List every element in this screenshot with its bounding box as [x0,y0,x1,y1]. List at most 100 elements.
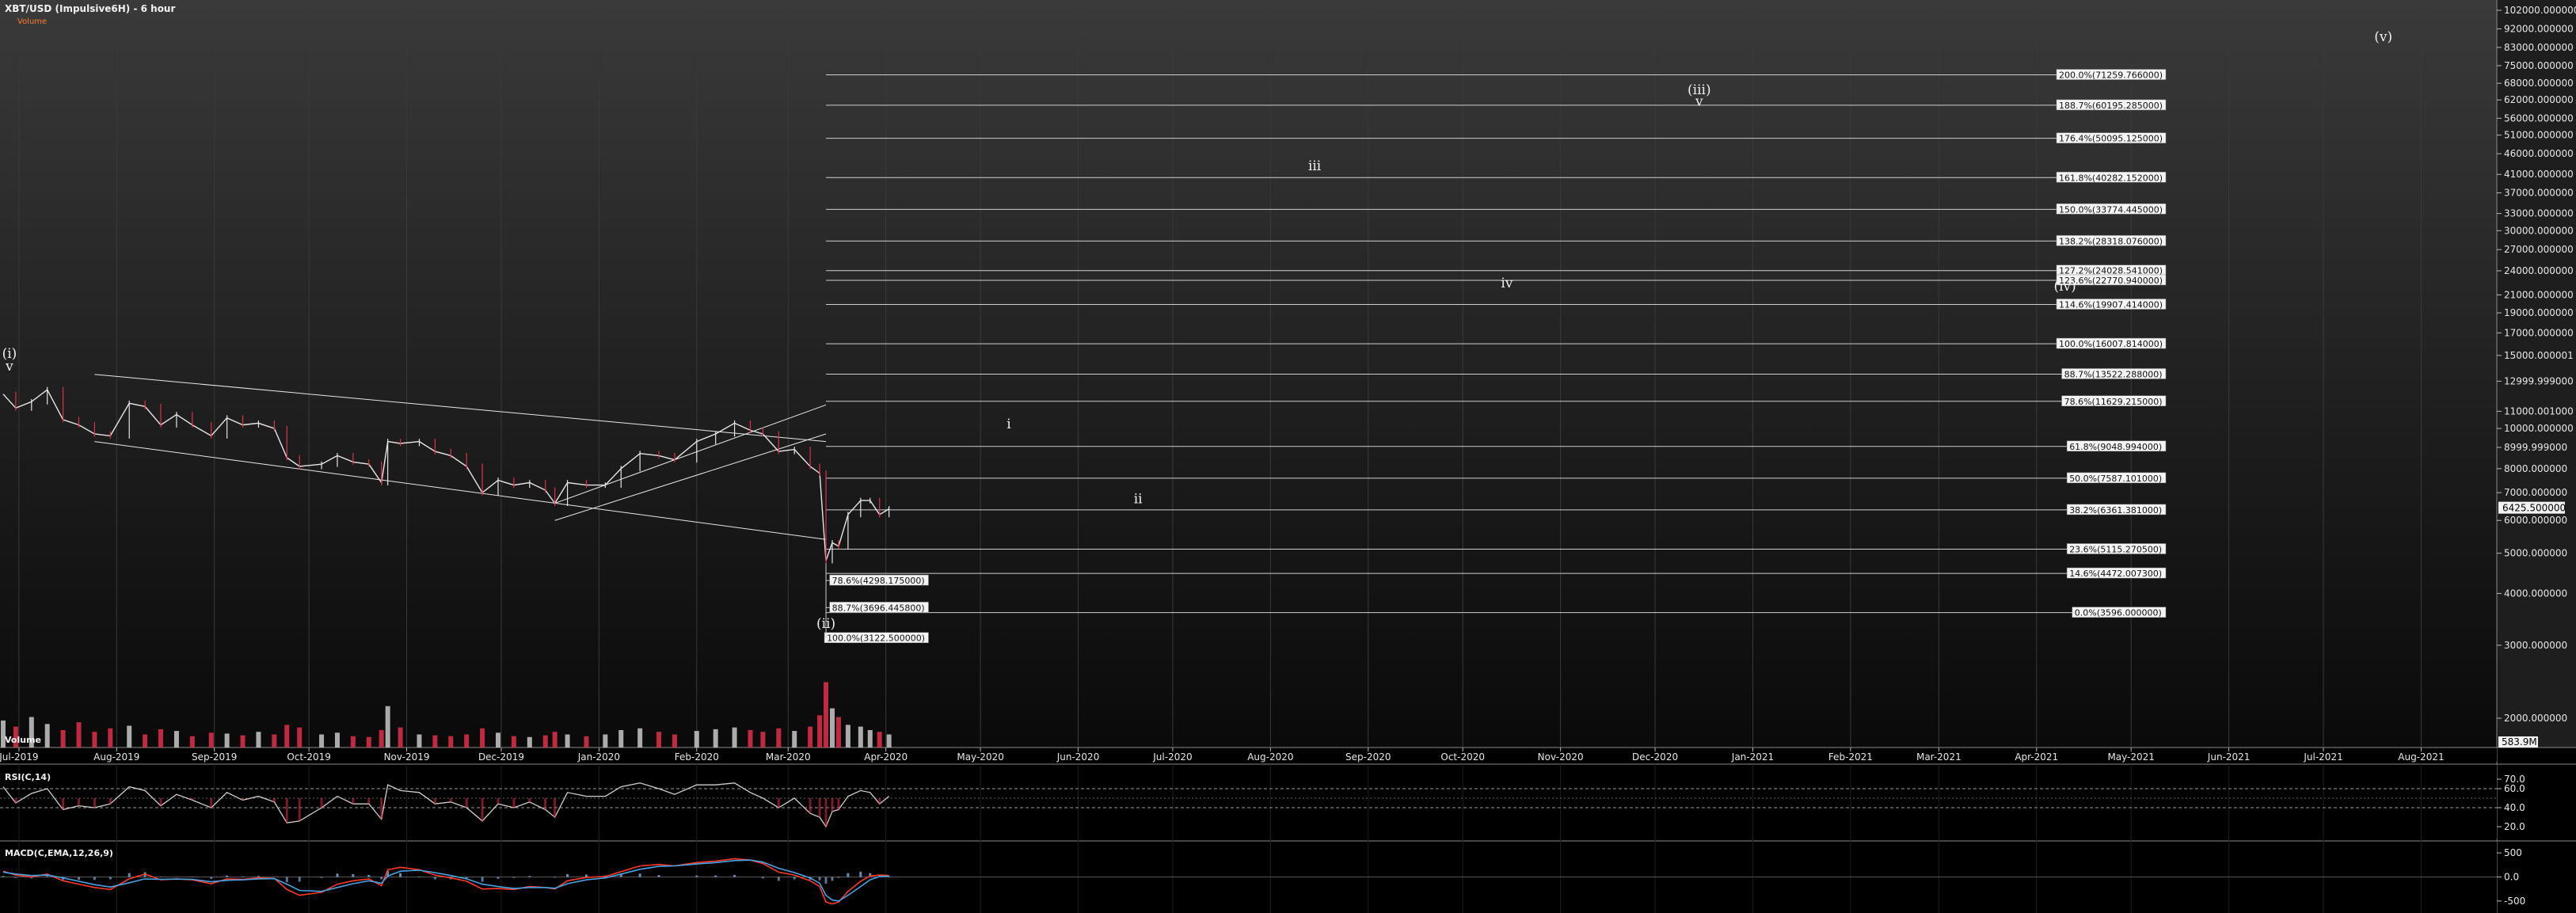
volume-bar [189,736,195,748]
volume-bar [92,732,97,748]
last-price-badge: 6425.500000 [2498,501,2566,514]
volume-bar [817,715,823,748]
volume-bar [480,728,485,748]
price-tick-label: 56000.000000 [2504,112,2574,124]
fib-label: 88.7%(13522.288000) [2064,369,2163,379]
volume-bar [603,734,608,748]
volume-bar [584,736,589,748]
volume-bar [432,735,438,748]
volume-series-label: Volume [5,735,41,745]
price-tick-label: 62000.000000 [2504,94,2574,105]
fib-label: 188.7%(60195.285000) [2059,101,2163,111]
volume-bar [694,731,699,748]
month-label: Dec-2020 [1632,751,1678,763]
volume-bar [552,732,557,748]
month-label: Feb-2020 [675,751,719,763]
rsi-tick-label: 20.0 [2504,821,2525,832]
price-tick-label: 75000.000000 [2504,60,2574,71]
wave-label: (v) [2374,29,2392,45]
fib-label: 14.6%(4472.007300) [2069,569,2162,579]
retrace-label: 88.7%(3696.445800) [832,603,925,613]
volume-bar [496,732,501,748]
price-tick-label: 83000.000000 [2504,42,2574,53]
retrace-label: 78.6%(4298.175000) [832,576,925,586]
volume-bar [877,732,882,748]
price-tick-label: 46000.000000 [2504,148,2574,159]
volume-bar [208,732,214,748]
price-tick-label: 41000.000000 [2504,169,2574,180]
volume-bar [398,727,403,748]
price-tick-label: 17000.000000 [2504,327,2574,338]
fib-label: 78.6%(11629.215000) [2064,397,2163,407]
macd-tick-label: -500 [2504,896,2525,907]
volume-bar [792,731,797,748]
volume-bar [527,736,532,748]
volume-bar [464,734,470,748]
volume-bar [867,730,873,748]
wave-label: ii [1134,492,1143,508]
volume-bar [417,734,422,748]
fib-label: 114.6%(19907.414000) [2059,300,2163,310]
wave-label: v [5,359,13,375]
price-tick-label: 102000.000000 [2504,5,2576,16]
price-tick-label: 7000.000000 [2504,487,2567,498]
wave-label: (ii) [816,616,835,632]
volume-bar [366,736,371,748]
month-label: Oct-2020 [1440,751,1485,763]
volume-bar [886,734,892,748]
volume-bar [776,728,782,748]
volume-bar [385,706,390,748]
volume-bar [845,725,850,748]
fib-label: 61.8%(9048.994000) [2069,442,2162,452]
volume-bar [656,732,662,748]
wave-label: i [1006,417,1011,432]
price-tick-label: 33000.000000 [2504,208,2574,219]
last-price-value: 6425.500000 [2502,503,2566,514]
price-tick-label: 8000.000000 [2504,463,2567,474]
price-tick-label: 30000.000000 [2504,225,2574,236]
month-label: Sep-2019 [192,751,238,763]
month-label: May-2021 [2107,751,2154,763]
price-tick-label: 92000.000000 [2504,23,2574,34]
month-label: Apr-2021 [2015,751,2058,763]
price-tick-label: 68000.000000 [2504,78,2574,89]
chart-subtitle: Volume [17,17,47,26]
price-tick-label: 11000.001000 [2504,405,2574,417]
volume-bar [830,708,835,748]
price-tick-label: 10000.000000 [2504,423,2574,434]
fib-label: 161.8%(40282.152000) [2059,173,2163,183]
fib-label: 100.0%(16007.814000) [2059,339,2163,349]
volume-bar [379,730,384,748]
volume-bar [76,722,82,748]
volume-bar [224,733,230,748]
volume-bar [672,734,677,748]
volume-bar [173,731,179,748]
price-tick-label: 27000.000000 [2504,244,2574,255]
volume-bar [760,732,766,748]
price-tick-label: 19000.000000 [2504,307,2574,318]
price-tick-label: 12999.999000 [2504,375,2574,386]
price-tick-label: 37000.000000 [2504,188,2574,199]
volume-bar [297,727,302,748]
volume-bar [143,734,148,748]
volume-bar [808,726,813,748]
volume-bar [127,725,132,748]
month-label: Nov-2019 [384,751,430,763]
volume-bar [732,727,737,748]
month-label: Oct-2019 [287,751,331,763]
rsi-tick-label: 60.0 [2504,783,2525,794]
fib-label: 138.2%(28318.076000) [2059,236,2163,246]
month-label: Mar-2021 [1916,751,1961,763]
volume-bar [542,735,548,748]
volume-bar [858,726,863,748]
month-label: Nov-2020 [1538,751,1584,763]
month-label: Mar-2020 [766,751,811,763]
volume-bar [637,728,643,748]
volume-bar [240,735,245,748]
fib-label: 38.2%(6361.381000) [2069,505,2162,515]
fib-label: 0.0%(3596.000000) [2075,608,2162,618]
month-label: Jun-2020 [1056,751,1100,763]
month-label: Aug-2021 [2398,751,2444,763]
volume-bar [272,734,277,748]
fib-label: 200.0%(71259.766000) [2059,70,2163,81]
